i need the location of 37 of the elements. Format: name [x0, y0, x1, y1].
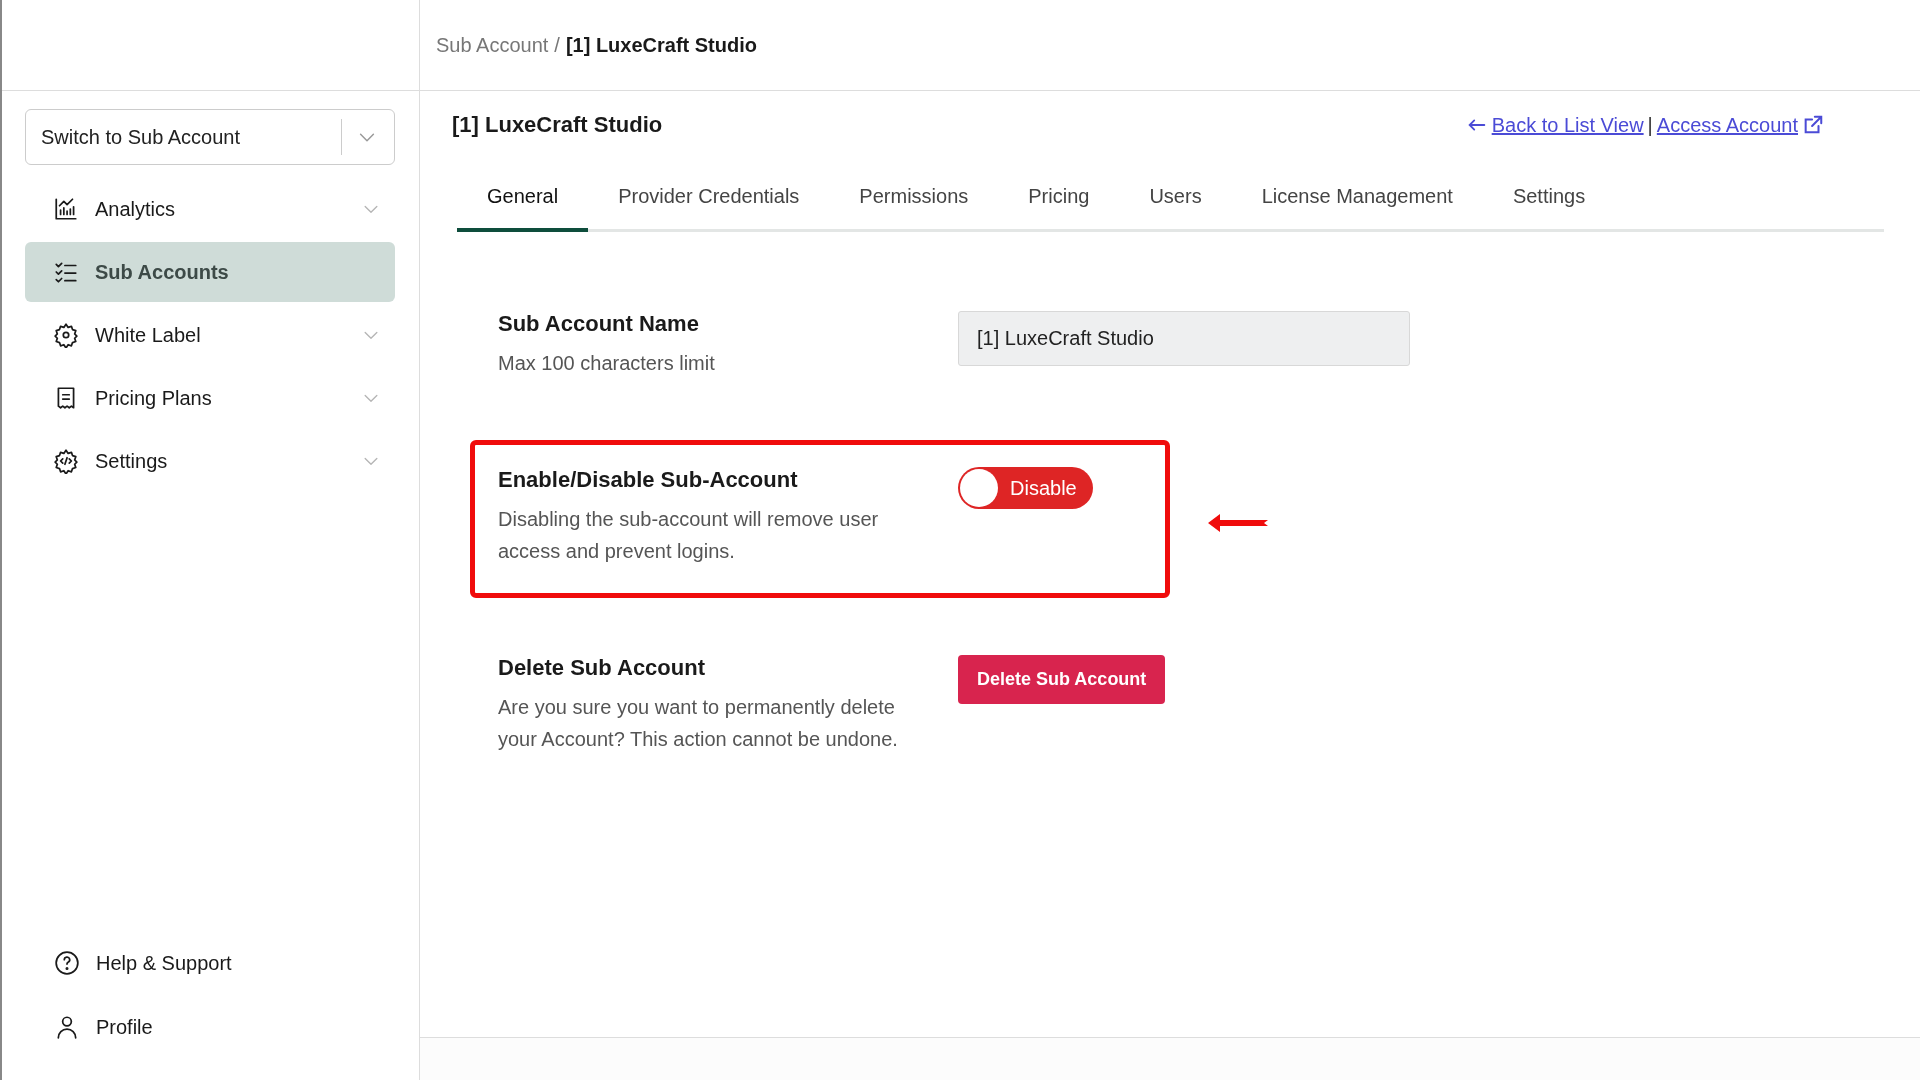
breadcrumb-link[interactable]: Sub Account: [436, 33, 549, 57]
tab[interactable]: Permissions: [829, 159, 999, 232]
page-title: [1] LuxeCraft Studio: [452, 112, 663, 138]
section-title: Sub Account Name: [498, 311, 700, 337]
section-title: Enable/Disable Sub-Account: [498, 467, 799, 493]
gear-icon: [53, 322, 79, 348]
code-gear-icon: [53, 448, 79, 474]
section-description: Max 100 characters limit: [498, 351, 716, 376]
section-title: Delete Sub Account: [498, 655, 706, 681]
account-switcher[interactable]: Switch to Sub Account: [25, 109, 395, 165]
link[interactable]: Back to List View: [1491, 113, 1644, 137]
link-separator: |: [1647, 113, 1653, 137]
toggle-switch[interactable]: Disable: [958, 467, 1093, 509]
tab[interactable]: Settings: [1482, 159, 1616, 232]
sidebar-item[interactable]: Settings: [25, 431, 395, 491]
sidebar-item[interactable]: White Label: [25, 305, 395, 365]
name-field[interactable]: [1] LuxeCraft Studio: [958, 311, 1410, 366]
section-description: Disabling the sub-account will remove user access and prevent logins.: [498, 507, 880, 564]
checklist-icon: [53, 259, 79, 285]
delete-button[interactable]: Delete Sub Account: [958, 655, 1166, 704]
breadcrumb-current: [1] LuxeCraft Studio: [565, 33, 757, 57]
chart-icon: [53, 196, 79, 222]
sidebar-item[interactable]: Sub Accounts: [25, 242, 395, 302]
external-link-icon: [1802, 114, 1824, 136]
sidebar-item[interactable]: Analytics: [25, 179, 395, 239]
tab[interactable]: Provider Credentials: [588, 159, 830, 232]
sidebar-link[interactable]: Profile: [54, 1014, 419, 1040]
tab[interactable]: Pricing: [998, 159, 1120, 232]
link[interactable]: Access Account: [1656, 113, 1798, 137]
tab[interactable]: License Management: [1231, 159, 1483, 232]
sidebar-link[interactable]: Help & Support: [54, 950, 419, 976]
section-description: Are you sure you want to permanently delete your Account? This action cannot be undone.: [498, 695, 899, 752]
sidebar-item[interactable]: Pricing Plans: [25, 368, 395, 428]
help-icon: [54, 950, 80, 976]
tab[interactable]: General: [457, 159, 589, 232]
breadcrumb-separator: /: [554, 33, 560, 57]
tab[interactable]: Users: [1119, 159, 1232, 232]
